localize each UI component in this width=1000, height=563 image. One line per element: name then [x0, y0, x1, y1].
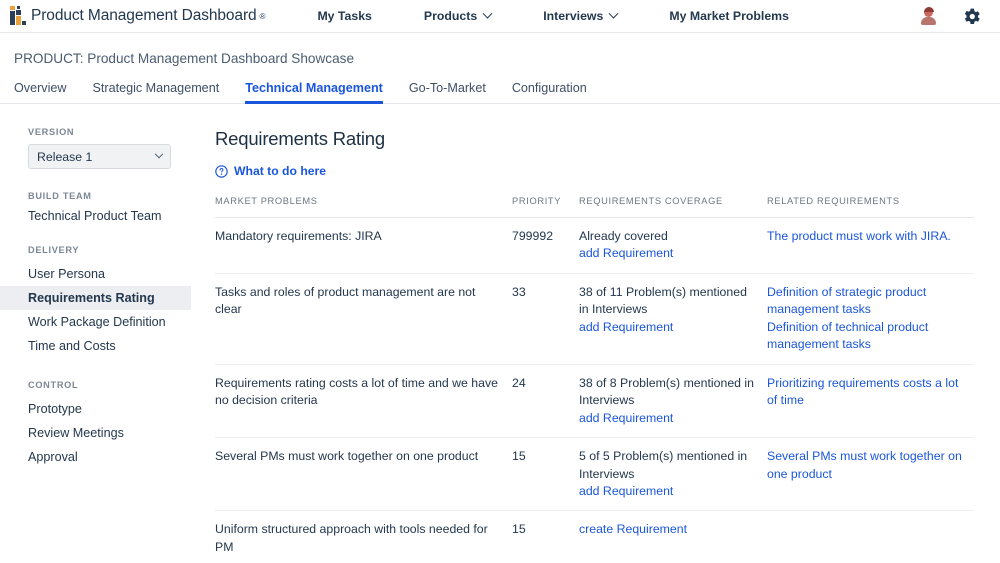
col-market-problems: MARKET PROBLEMS: [215, 196, 512, 218]
cell-requirements-coverage: 5 of 5 Problem(s) mentioned in Interview…: [579, 437, 767, 512]
related-requirement-link[interactable]: Several PMs must work together on one pr…: [767, 448, 966, 483]
coverage-text: 38 of 8 Problem(s) mentioned in Intervie…: [579, 375, 754, 408]
related-requirement-link[interactable]: Definition of strategic product manageme…: [767, 284, 966, 319]
related-requirement-link[interactable]: Definition of technical product manageme…: [767, 319, 966, 354]
brand-logo[interactable]: Product Management Dashboard ®: [10, 5, 265, 27]
nav-item-my-tasks[interactable]: My Tasks: [317, 9, 371, 23]
tab-strategic-management[interactable]: Strategic Management: [92, 81, 219, 104]
cell-related-requirements: Prioritizing requirements costs a lot of…: [767, 364, 974, 439]
main-content: Requirements Rating What to do here MARK…: [205, 104, 1000, 563]
tab-overview[interactable]: Overview: [14, 81, 66, 104]
sidebar-item-review-meetings[interactable]: Review Meetings: [0, 421, 205, 445]
col-priority: PRIORITY: [512, 196, 579, 218]
cell-priority: 15: [512, 437, 579, 512]
coverage-action-link[interactable]: add Requirement: [579, 319, 759, 336]
cell-related-requirements: The product must work with JIRA.: [767, 217, 974, 274]
sidebar-item-prototype[interactable]: Prototype: [0, 397, 205, 421]
cell-market-problem: Uniform structured approach with tools n…: [215, 510, 512, 563]
coverage-action-link[interactable]: create Requirement: [579, 521, 759, 538]
page-title: Requirements Rating: [215, 128, 385, 149]
version-select-value: Release 1: [37, 149, 93, 164]
gear-icon[interactable]: [961, 6, 982, 27]
page-body: VERSION Release 1 BUILD TEAM Technical P…: [0, 104, 1000, 563]
nav-label: My Tasks: [317, 9, 372, 23]
coverage-action-link[interactable]: add Requirement: [579, 483, 759, 500]
tab-go-to-market[interactable]: Go-To-Market: [409, 81, 486, 104]
chevron-down-icon: [482, 8, 493, 19]
sidebar-item-requirements-rating[interactable]: Requirements Rating: [0, 286, 191, 310]
cell-priority: 33: [512, 273, 579, 365]
coverage-text: 38 of 11 Problem(s) mentioned in Intervi…: [579, 284, 747, 317]
page-breadcrumb-title: PRODUCT: Product Management Dashboard Sh…: [14, 51, 355, 66]
chevron-down-icon: [608, 8, 619, 19]
sidebar-group-build-team: BUILD TEAM Technical Product Team: [0, 191, 205, 223]
brand-name: Product Management Dashboard: [31, 7, 257, 24]
chevron-down-icon: [154, 149, 164, 158]
col-related-requirements: RELATED REQUIREMENTS: [767, 196, 974, 218]
sidebar-section-delivery: DELIVERY: [28, 245, 80, 255]
cell-market-problem: Requirements rating costs a lot of time …: [215, 364, 512, 439]
sidebar-item-approval[interactable]: Approval: [0, 445, 205, 469]
cell-requirements-coverage: create Requirement: [579, 510, 767, 563]
sidebar-group-control: CONTROL Prototype Review Meetings Approv…: [0, 380, 205, 469]
sidebar-group-delivery: DELIVERY User Persona Requirements Ratin…: [0, 245, 205, 358]
primary-nav: My Tasks Products Interviews My Market P…: [317, 8, 789, 23]
sidebar-section-control: CONTROL: [28, 380, 79, 390]
sidebar: VERSION Release 1 BUILD TEAM Technical P…: [0, 104, 205, 469]
what-to-do-here-link[interactable]: What to do here: [215, 164, 326, 178]
nav-item-interviews[interactable]: Interviews: [543, 8, 619, 23]
cell-market-problem: Several PMs must work together on one pr…: [215, 437, 512, 512]
related-requirement-link[interactable]: The product must work with JIRA.: [767, 228, 966, 245]
table-row: Several PMs must work together on one pr…: [215, 437, 974, 512]
table-row: Mandatory requirements: JIRA 799992 Alread…: [215, 217, 974, 274]
bar-blocks-logo-icon: [10, 5, 28, 27]
cell-requirements-coverage: 38 of 8 Problem(s) mentioned in Intervie…: [579, 364, 767, 439]
cell-requirements-coverage: Already covered add Requirement: [579, 217, 767, 274]
cell-market-problem: Tasks and roles of product management ar…: [215, 273, 512, 365]
cell-related-requirements: [767, 510, 974, 563]
nav-item-products[interactable]: Products: [423, 8, 493, 23]
user-avatar-icon[interactable]: [920, 6, 937, 26]
cell-priority: 799992: [512, 217, 579, 274]
table-header-row: MARKET PROBLEMS PRIORITY REQUIREMENTS CO…: [215, 196, 974, 218]
sidebar-section-build-team: BUILD TEAM: [28, 191, 92, 201]
nav-label: My Market Problems: [669, 9, 789, 23]
sidebar-section-version: VERSION: [28, 127, 75, 137]
nav-label: Products: [423, 9, 478, 23]
table-body: Mandatory requirements: JIRA 799992 Alread…: [215, 217, 974, 563]
coverage-text: Already covered: [579, 229, 668, 243]
cell-related-requirements: Several PMs must work together on one pr…: [767, 437, 974, 512]
tab-configuration[interactable]: Configuration: [512, 81, 587, 104]
sidebar-item-time-and-costs[interactable]: Time and Costs: [0, 334, 205, 358]
nav-label: Interviews: [543, 9, 604, 23]
table-row: Uniform structured approach with tools n…: [215, 510, 974, 563]
coverage-action-link[interactable]: add Requirement: [579, 245, 759, 262]
col-requirements-coverage: REQUIREMENTS COVERAGE: [579, 196, 767, 218]
sidebar-item-work-package-definition[interactable]: Work Package Definition: [0, 310, 205, 334]
build-team-value: Technical Product Team: [28, 209, 162, 223]
product-tabs: Overview Strategic Management Technical …: [0, 79, 1000, 104]
top-navigation-bar: Product Management Dashboard ® My Tasks P…: [0, 0, 1000, 33]
registered-mark: ®: [259, 11, 266, 21]
help-link-label: What to do here: [234, 164, 327, 178]
cell-requirements-coverage: 38 of 11 Problem(s) mentioned in Intervi…: [579, 273, 767, 365]
related-requirement-link[interactable]: Prioritizing requirements costs a lot of…: [767, 375, 966, 410]
question-circle-icon: [215, 164, 228, 178]
cell-priority: 15: [512, 510, 579, 563]
cell-priority: 24: [512, 364, 579, 439]
sidebar-item-user-persona[interactable]: User Persona: [0, 262, 205, 286]
coverage-text: 5 of 5 Problem(s) mentioned in Interview…: [579, 449, 748, 481]
nav-item-my-market-problems[interactable]: My Market Problems: [669, 9, 789, 23]
version-select[interactable]: Release 1: [28, 144, 171, 169]
requirements-rating-table: MARKET PROBLEMS PRIORITY REQUIREMENTS CO…: [215, 196, 974, 563]
tab-technical-management[interactable]: Technical Management: [245, 81, 383, 104]
cell-market-problem: Mandatory requirements: JIRA: [215, 217, 512, 274]
cell-related-requirements: Definition of strategic product manageme…: [767, 273, 974, 365]
table-row: Tasks and roles of product management ar…: [215, 273, 974, 365]
product-header: PRODUCT: Product Management Dashboard Sh…: [0, 33, 1000, 66]
coverage-action-link[interactable]: add Requirement: [579, 410, 759, 427]
nav-actions: [920, 6, 982, 27]
table-row: Requirements rating costs a lot of time …: [215, 364, 974, 439]
